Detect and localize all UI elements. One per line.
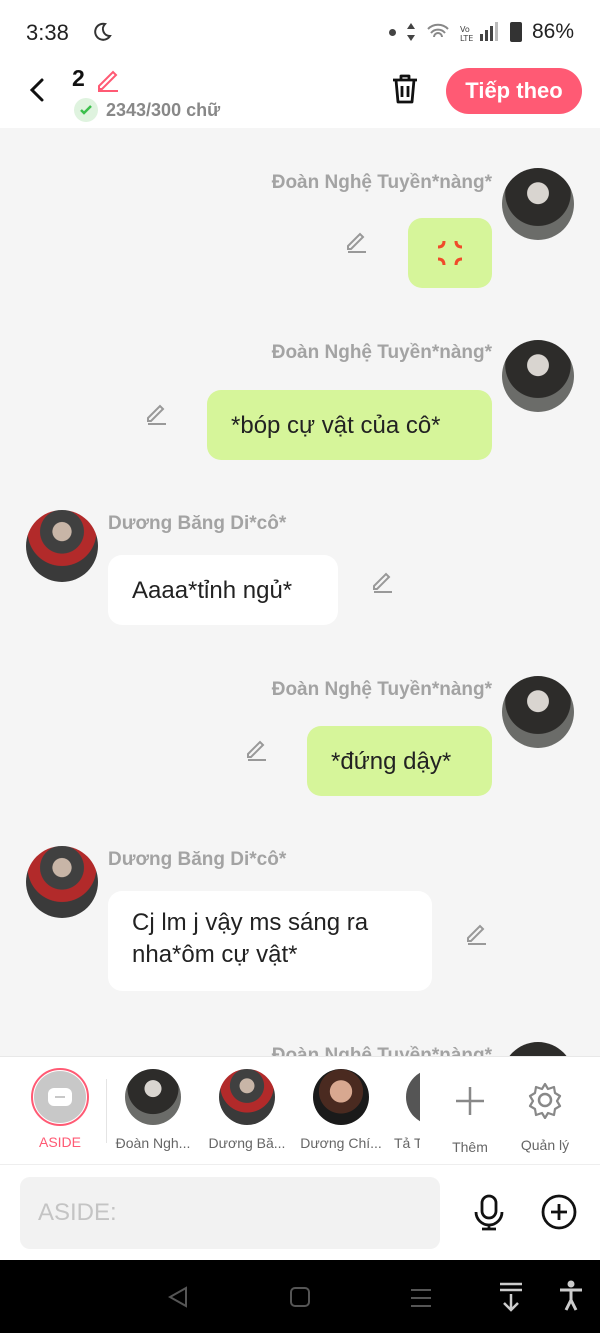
avatar-doan-nghe-tuyen[interactable] — [502, 676, 574, 748]
anger-emoji-icon — [437, 240, 463, 266]
sender-name: Dương Băng Di*cô* — [108, 849, 287, 870]
edit-pencil-icon[interactable] — [244, 736, 270, 762]
character-label: Dương Bă... — [208, 1135, 286, 1151]
battery-percent: 86% — [531, 20, 574, 43]
input-bar — [0, 1164, 600, 1260]
chat-area: Đoàn Nghệ Tuyền*nàng* Đoàn Nghệ Tuyền*nà… — [0, 128, 600, 1056]
nav-back-icon[interactable] — [168, 1286, 188, 1308]
sender-name: Đoàn Nghệ Tuyền*nàng* — [271, 1045, 492, 1056]
gear-icon — [528, 1082, 562, 1119]
manage-button[interactable]: Quản lý — [500, 1067, 590, 1153]
more-label: Thêm — [452, 1139, 488, 1155]
avatar-doan-nghe-tuyen[interactable] — [502, 340, 574, 412]
avatar-doan-nghe-tuyen[interactable] — [502, 168, 574, 240]
message-bubble[interactable] — [408, 218, 492, 288]
status-time: 3:38 — [26, 20, 69, 45]
svg-text:LTE: LTE — [460, 34, 473, 42]
aside-ring — [31, 1068, 89, 1126]
navigation-bar — [0, 1260, 600, 1333]
notification-dot-icon — [388, 28, 396, 36]
character-label: Đoàn Ngh... — [115, 1135, 191, 1151]
edit-title-pencil-icon[interactable] — [94, 66, 122, 94]
avatar — [406, 1069, 420, 1125]
message-bubble[interactable]: Cj lm j vậy ms sáng ra nha*ôm cự vật* — [108, 891, 432, 991]
aside-label: ASIDE — [38, 1134, 81, 1150]
message-bubble[interactable]: *bóp cự vật của cô* — [207, 390, 492, 460]
sender-name: Đoàn Nghệ Tuyền*nàng* — [271, 342, 492, 363]
avatar — [313, 1069, 369, 1125]
nav-home-icon[interactable] — [290, 1287, 310, 1307]
svg-text:Vo: Vo — [460, 25, 470, 34]
avatar-duong-bang-di[interactable] — [26, 510, 98, 582]
aside-chat-icon — [34, 1071, 86, 1123]
sender-name: Đoàn Nghệ Tuyền*nàng* — [271, 172, 492, 193]
character-item[interactable]: Đoàn Ngh... — [108, 1067, 198, 1151]
avatar-duong-bang-di[interactable] — [26, 846, 98, 918]
do-not-disturb-icon — [94, 22, 112, 41]
back-arrow-icon[interactable] — [24, 76, 52, 104]
word-count: 2343/300 chữ — [74, 98, 220, 122]
message-bubble[interactable]: Aaaa*tỉnh ngủ* — [108, 555, 338, 625]
sender-name: Đoàn Nghệ Tuyền*nàng* — [271, 679, 492, 700]
check-icon — [74, 98, 98, 122]
status-bar: 3:38 Vo LTE 86% — [0, 0, 600, 62]
character-label: Dương Chí... — [300, 1135, 382, 1151]
add-circle-icon[interactable] — [540, 1193, 578, 1231]
aside-input[interactable] — [20, 1177, 440, 1249]
message-count: 2 — [72, 65, 85, 91]
sender-name: Dương Băng Di*cô* — [108, 513, 287, 534]
wifi-icon — [427, 23, 449, 38]
battery-icon — [509, 22, 522, 42]
word-count-text: 2343/300 chữ — [106, 99, 221, 120]
avatar — [219, 1069, 275, 1125]
nav-collapse-icon[interactable] — [498, 1282, 524, 1312]
avatar — [125, 1069, 181, 1125]
accessibility-icon[interactable] — [558, 1280, 584, 1312]
character-item[interactable]: Dương Bă... — [202, 1067, 292, 1151]
aside-button[interactable]: ASIDE — [15, 1067, 105, 1150]
character-item[interactable]: Dương Chí... — [296, 1067, 386, 1151]
plus-icon — [456, 1087, 484, 1115]
edit-pencil-icon[interactable] — [370, 568, 396, 594]
edit-pencil-icon[interactable] — [144, 400, 170, 426]
microphone-icon[interactable] — [470, 1193, 508, 1231]
avatar-doan-nghe-tuyen[interactable] — [502, 1042, 574, 1056]
tray-divider — [106, 1079, 107, 1143]
trash-icon[interactable] — [388, 72, 422, 106]
nav-recents-icon[interactable] — [410, 1288, 432, 1308]
next-button[interactable]: Tiếp theo — [446, 68, 582, 114]
data-arrows-icon — [406, 23, 415, 41]
character-item-clipped[interactable]: Tả T — [390, 1057, 420, 1165]
signal-icon: VoLTE — [460, 22, 498, 42]
status-indicators: Vo LTE 86% — [388, 20, 574, 44]
manage-label: Quản lý — [520, 1137, 570, 1153]
character-label: Tả T — [394, 1135, 420, 1151]
message-bubble[interactable]: *đứng dậy* — [307, 726, 492, 796]
edit-pencil-icon[interactable] — [344, 228, 370, 254]
editor-header: 2 2343/300 chữ Tiếp theo — [0, 62, 600, 128]
character-tray: ASIDE Đoàn Ngh... Dương Bă... Dương Chí.… — [0, 1056, 600, 1164]
edit-pencil-icon[interactable] — [464, 920, 490, 946]
